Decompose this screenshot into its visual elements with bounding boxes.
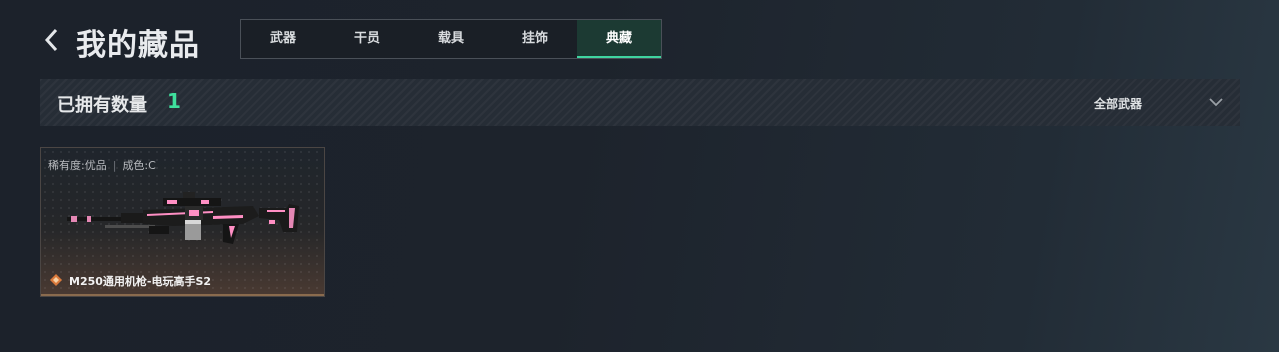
rarity-stripe — [41, 294, 324, 296]
meta-divider: | — [112, 159, 117, 172]
back-button[interactable] — [40, 24, 68, 56]
chevron-down-icon — [1209, 98, 1223, 107]
tab-charms[interactable]: 挂饰 — [493, 20, 577, 58]
tab-vehicles[interactable]: 载具 — [409, 20, 493, 58]
filter-bar: 已拥有数量 1 全部武器 — [40, 79, 1240, 126]
tab-weapons[interactable]: 武器 — [241, 20, 325, 58]
chevron-left-icon — [44, 28, 58, 52]
weapon-filter-selected: 全部武器 — [1094, 97, 1143, 111]
item-condition: 成色:C — [122, 159, 156, 172]
rarity-diamond-icon — [50, 274, 62, 286]
owned-count-value: 1 — [167, 89, 181, 113]
item-meta: 稀有度:优品 | 成色:C — [48, 157, 156, 173]
weapon-image — [67, 192, 299, 244]
category-tabs: 武器 干员 载具 挂饰 典藏 — [240, 19, 662, 59]
weapon-filter-dropdown[interactable]: 全部武器 — [1080, 87, 1230, 119]
tab-collection[interactable]: 典藏 — [577, 20, 661, 58]
tab-operators[interactable]: 干员 — [325, 20, 409, 58]
item-name: M250通用机枪-电玩高手S2 — [69, 275, 212, 288]
page-title: 我的藏品 — [76, 28, 200, 63]
item-rarity: 稀有度:优品 — [48, 159, 107, 172]
collection-item-card[interactable]: 稀有度:优品 | 成色:C M250通用机枪-电玩高手S2 — [40, 147, 325, 297]
owned-count-label: 已拥有数量 — [57, 95, 147, 116]
